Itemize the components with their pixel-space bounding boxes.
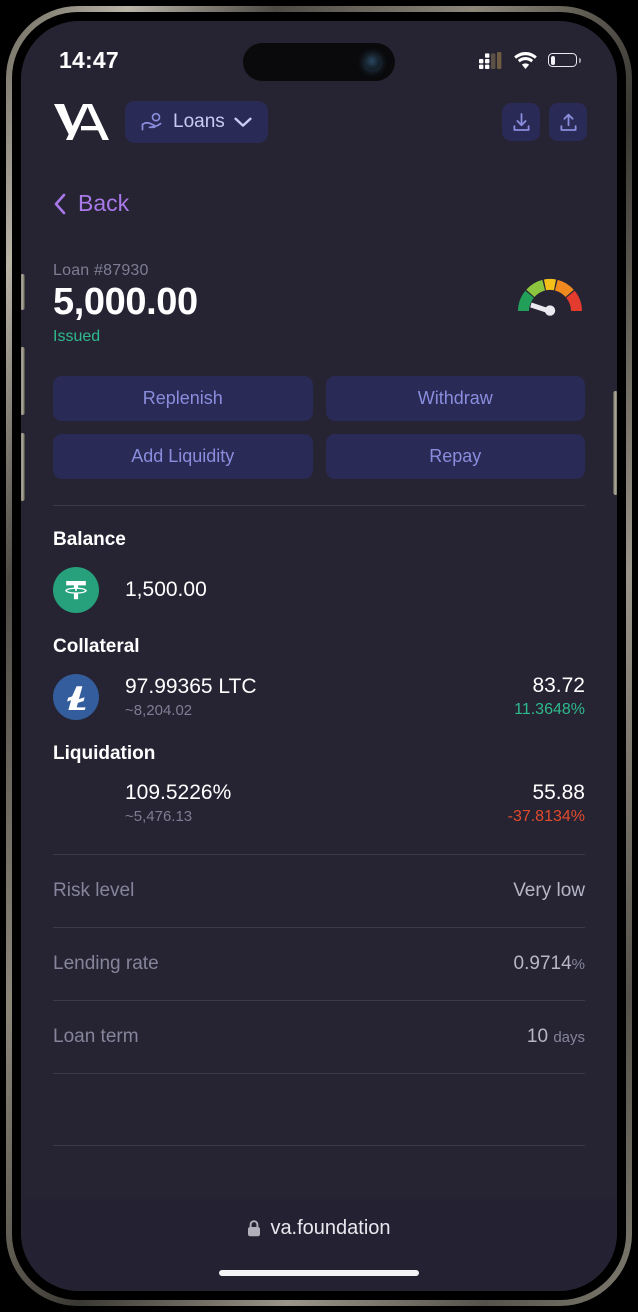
loan-actions: Replenish Withdraw Add Liquidity Repay bbox=[53, 375, 585, 479]
liquidation-ratio: 109.5226% bbox=[125, 781, 232, 805]
collateral-asset-right: 83.72 11.3648% bbox=[514, 674, 585, 719]
download-icon bbox=[513, 112, 529, 131]
info-row-empty bbox=[53, 1072, 585, 1146]
phone-frame: 14:47 Loans Back Loan #87930 5,000.00 Is… bbox=[6, 6, 632, 1306]
lending-rate-unit: % bbox=[571, 955, 585, 973]
loans-dropdown[interactable]: Loans bbox=[125, 101, 268, 143]
status-bar: 14:47 bbox=[21, 21, 617, 85]
lock-icon bbox=[248, 1220, 261, 1237]
loans-dropdown-label: Loans bbox=[173, 111, 225, 132]
info-row-risk-level: Risk level Very low bbox=[53, 853, 585, 927]
risk-gauge-icon bbox=[518, 278, 582, 316]
lending-rate-value: 0.9714% bbox=[514, 953, 585, 975]
power-button[interactable] bbox=[613, 391, 617, 495]
battery-low-icon bbox=[548, 53, 581, 67]
cellular-signal-icon bbox=[479, 51, 502, 69]
collateral-change: 11.3648% bbox=[514, 701, 585, 719]
tether-glyph bbox=[65, 580, 87, 600]
liquidation-main: 109.5226% ~5,476.13 bbox=[125, 781, 508, 825]
volume-up-button[interactable] bbox=[21, 347, 25, 415]
page-content: Back Loan #87930 5,000.00 Issued Repleni… bbox=[21, 190, 617, 1146]
loan-term-number: 10 bbox=[526, 1025, 549, 1047]
download-button[interactable] bbox=[502, 103, 540, 141]
lending-rate-number: 0.9714 bbox=[513, 952, 572, 974]
loan-info-list: Risk level Very low Lending rate 0.9714%… bbox=[53, 853, 585, 1146]
loan-status-badge: Issued bbox=[53, 327, 101, 345]
va-logo bbox=[54, 104, 109, 140]
loan-term-unit: days bbox=[553, 1028, 585, 1046]
loan-summary-text: Loan #87930 5,000.00 Issued bbox=[53, 262, 515, 346]
loan-term-value: 10 days bbox=[527, 1026, 585, 1048]
status-indicators bbox=[479, 51, 581, 69]
chevron-down-icon bbox=[234, 117, 252, 127]
balance-asset-row: 1,500.00 bbox=[53, 566, 585, 613]
status-clock: 14:47 bbox=[59, 46, 119, 73]
liquidation-right: 55.88 -37.8134% bbox=[508, 781, 585, 826]
balance-asset-main: 1,500.00 bbox=[125, 578, 585, 602]
balance-section-title: Balance bbox=[53, 528, 126, 550]
silence-switch[interactable] bbox=[21, 274, 25, 310]
back-label: Back bbox=[78, 190, 130, 216]
risk-gauge bbox=[515, 262, 585, 323]
hand-coin-icon bbox=[141, 112, 162, 130]
header-actions bbox=[502, 103, 587, 141]
replenish-button[interactable]: Replenish bbox=[53, 375, 313, 421]
collateral-amount: 97.99365 LTC bbox=[125, 674, 257, 698]
collateral-section-title: Collateral bbox=[53, 635, 140, 657]
liquidation-price: 55.88 bbox=[532, 780, 585, 804]
phone-bezel: 14:47 Loans Back Loan #87930 5,000.00 Is… bbox=[12, 12, 626, 1300]
info-row-lending-rate: Lending rate 0.9714% bbox=[53, 926, 585, 1000]
balance-amount: 1,500.00 bbox=[125, 577, 207, 601]
loan-amount: 5,000.00 bbox=[53, 281, 198, 323]
collateral-price: 83.72 bbox=[532, 674, 585, 698]
add-liquidity-button[interactable]: Add Liquidity bbox=[53, 433, 313, 479]
browser-bar: va.foundation bbox=[21, 1199, 617, 1291]
url-bar[interactable]: va.foundation bbox=[247, 1217, 391, 1240]
liquidation-approx-value: ~5,476.13 bbox=[125, 808, 193, 826]
front-camera-icon bbox=[365, 54, 380, 70]
app-header: Loans bbox=[21, 85, 617, 143]
collateral-asset-row: 97.99365 LTC ~8,204.02 83.72 11.3648% bbox=[53, 673, 585, 720]
volume-down-button[interactable] bbox=[21, 433, 25, 501]
phone-screen: 14:47 Loans Back Loan #87930 5,000.00 Is… bbox=[21, 21, 617, 1291]
litecoin-icon bbox=[53, 673, 99, 720]
litecoin-glyph bbox=[67, 686, 86, 710]
divider bbox=[53, 504, 585, 506]
url-text: va.foundation bbox=[270, 1217, 391, 1239]
risk-level-value: Very low bbox=[513, 879, 585, 901]
withdraw-button[interactable]: Withdraw bbox=[325, 375, 585, 421]
lending-rate-label: Lending rate bbox=[53, 952, 159, 974]
loan-id: Loan #87930 bbox=[53, 262, 149, 279]
liquidation-row: 109.5226% ~5,476.13 55.88 -37.8134% bbox=[53, 781, 585, 826]
tether-usdt-icon bbox=[53, 566, 99, 613]
repay-button[interactable]: Repay bbox=[325, 433, 585, 479]
loan-summary: Loan #87930 5,000.00 Issued bbox=[53, 262, 585, 346]
dynamic-island bbox=[243, 43, 395, 81]
risk-level-label: Risk level bbox=[53, 879, 135, 901]
liquidation-section-title: Liquidation bbox=[53, 742, 156, 764]
collateral-asset-main: 97.99365 LTC ~8,204.02 bbox=[125, 675, 514, 719]
upload-icon bbox=[560, 113, 576, 131]
loan-term-label: Loan term bbox=[53, 1025, 139, 1047]
home-indicator[interactable] bbox=[219, 1270, 419, 1276]
upload-button[interactable] bbox=[549, 103, 587, 141]
info-row-loan-term: Loan term 10 days bbox=[53, 999, 585, 1073]
collateral-approx-value: ~8,204.02 bbox=[125, 701, 193, 719]
back-button[interactable]: Back bbox=[53, 190, 585, 217]
wifi-icon bbox=[514, 51, 537, 69]
chevron-left-icon bbox=[54, 193, 66, 214]
liquidation-change: -37.8134% bbox=[507, 807, 585, 825]
